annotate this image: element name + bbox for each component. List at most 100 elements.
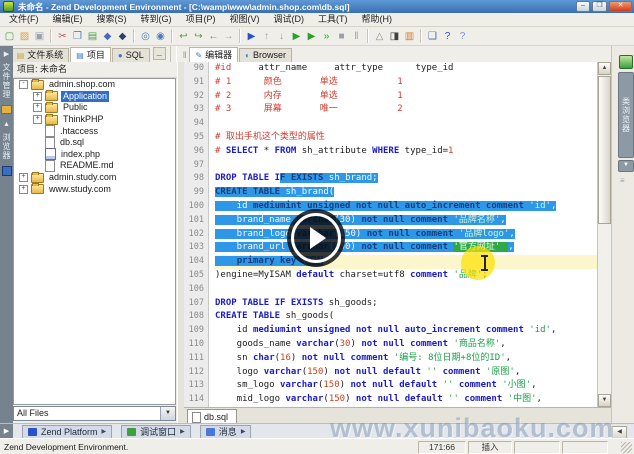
code-line-97[interactable]: 97 — [184, 159, 597, 173]
go-icon[interactable]: » — [319, 28, 334, 45]
expand-panel-icon[interactable] — [619, 55, 633, 69]
tree-item-Public[interactable]: +Public — [14, 102, 175, 114]
line-number[interactable]: 114 — [184, 393, 209, 407]
tree-item-README.md[interactable]: README.md — [14, 160, 175, 172]
save-icon[interactable]: ▣ — [32, 28, 47, 45]
bottom-tab-消息[interactable]: 消息▶ — [200, 425, 252, 439]
menu-item[interactable]: 文件(F) — [2, 13, 46, 26]
window-icon[interactable]: ❑ — [425, 28, 440, 45]
code-text[interactable] — [215, 283, 597, 297]
tab-文件系统[interactable]: ▤文件系统 — [11, 48, 70, 62]
code-line-91[interactable]: 91# 1 颜色 单选 1 — [184, 76, 597, 90]
profiler-icon[interactable]: △ — [372, 28, 387, 45]
menu-item[interactable]: 调试(D) — [267, 13, 312, 26]
code-text[interactable]: brand_name varchar(30) not null comment … — [215, 214, 597, 228]
tab-arrow-icon[interactable]: ▶ — [102, 428, 107, 435]
code-editor[interactable]: 90#id attr_name attr_type type_id91# 1 颜… — [184, 62, 597, 407]
code-line-92[interactable]: 92# 2 内存 单选 1 — [184, 90, 597, 104]
code-line-99[interactable]: 99CREATE TABLE sh_brand( — [184, 186, 597, 200]
code-line-102[interactable]: 102 brand_logo varchar(150) not null com… — [184, 228, 597, 242]
tree-item-Application[interactable]: +Application — [14, 91, 175, 103]
line-number[interactable]: 97 — [184, 159, 209, 173]
new-file-icon[interactable]: ▢ — [2, 28, 17, 45]
menu-item[interactable]: 工具(T) — [311, 13, 355, 26]
dropdown-arrow-icon[interactable]: ▼ — [160, 407, 175, 420]
step-into-icon[interactable]: ▶ — [244, 28, 259, 45]
editor-vertical-scrollbar[interactable]: ▲ ▼ — [597, 62, 612, 407]
line-number[interactable]: 99 — [184, 186, 209, 200]
code-text[interactable]: DROP TABLE IF EXISTS sh_brand; — [215, 172, 597, 186]
code-text[interactable]: id mediumint unsigned not null auto_incr… — [215, 200, 597, 214]
scroll-up-button[interactable]: ▲ — [598, 62, 611, 75]
code-line-101[interactable]: 101 brand_name varchar(30) not null comm… — [184, 214, 597, 228]
file-filter-dropdown[interactable]: All Files ▼ — [13, 406, 176, 421]
code-text[interactable]: # SELECT * FROM sh_attribute WHERE type_… — [215, 145, 597, 159]
paste-icon[interactable]: ▤ — [85, 28, 100, 45]
tab-arrow-icon[interactable]: ▶ — [180, 428, 185, 435]
code-line-109[interactable]: 109 id mediumint unsigned not null auto_… — [184, 324, 597, 338]
code-text[interactable]: DROP TABLE IF EXISTS sh_goods; — [215, 297, 597, 311]
tree-item-db.sql[interactable]: db.sql — [14, 137, 175, 149]
code-text[interactable]: sn char(16) not null comment '编号: 8位日期+8… — [215, 352, 597, 366]
file-back-icon[interactable]: ↩ — [176, 28, 191, 45]
tree-item-admin.study.com[interactable]: +admin.study.com — [14, 172, 175, 184]
drag-grip[interactable]: ‖ — [183, 50, 187, 60]
file-tab-dbsql[interactable]: db.sql — [187, 409, 237, 424]
code-line-106[interactable]: 106 — [184, 283, 597, 297]
code-line-95[interactable]: 95 # 取出手机这个类型的属性 — [184, 131, 597, 145]
menu-item[interactable]: 搜索(S) — [90, 13, 134, 26]
line-number[interactable]: 111 — [184, 352, 209, 366]
line-number[interactable]: 96 — [184, 145, 209, 159]
bottom-tab-调试窗口[interactable]: 调试窗口▶ — [121, 425, 191, 439]
stop-icon[interactable]: ■ — [334, 28, 349, 45]
line-number[interactable]: 103 — [184, 241, 209, 255]
line-number[interactable]: 91 — [184, 76, 209, 90]
line-number[interactable]: 107 — [184, 297, 209, 311]
menu-item[interactable]: 视图(V) — [223, 13, 267, 26]
tree-item-ThinkPHP[interactable]: +ThinkPHP — [14, 114, 175, 126]
video-play-button[interactable] — [287, 209, 345, 267]
code-line-98[interactable]: 98 DROP TABLE IF EXISTS sh_brand; — [184, 172, 597, 186]
collapsed-tab-class-browser[interactable]: 类浏览器 — [618, 72, 634, 158]
cut-icon[interactable]: ✂ — [55, 28, 70, 45]
bookmark-icon[interactable]: ◆ — [100, 28, 115, 45]
tab-编辑器[interactable]: ✎编辑器 — [189, 47, 238, 62]
run-icon[interactable]: ▶ — [289, 28, 304, 45]
inspect-icon[interactable]: ◨ — [387, 28, 402, 45]
search-icon[interactable]: ◎ — [138, 28, 153, 45]
resize-grip[interactable] — [621, 442, 632, 453]
line-number[interactable]: 102 — [184, 228, 209, 242]
line-number[interactable]: 93 — [184, 103, 209, 117]
code-line-90[interactable]: 90#id attr_name attr_type type_id — [184, 62, 597, 76]
pause-icon[interactable]: ‖ — [349, 28, 364, 45]
line-number[interactable]: 110 — [184, 338, 209, 352]
line-number[interactable]: 105 — [184, 269, 209, 283]
line-number[interactable]: 113 — [184, 379, 209, 393]
line-number[interactable]: 104 — [184, 255, 209, 269]
collapse-arrow-icon[interactable]: ▲ — [3, 121, 10, 128]
code-text[interactable]: )engine=MyISAM default charset=utf8 comm… — [215, 269, 597, 283]
code-text[interactable]: # 取出手机这个类型的属性 — [215, 131, 597, 145]
menu-item[interactable]: 项目(P) — [179, 13, 223, 26]
bottom-tab-Zend Platform[interactable]: Zend Platform▶ — [22, 425, 112, 439]
line-number[interactable]: 94 — [184, 117, 209, 131]
code-line-100[interactable]: 100 id mediumint unsigned not null auto_… — [184, 200, 597, 214]
tree-expander[interactable]: + — [19, 185, 28, 194]
code-line-104[interactable]: 104 primary key (id) — [184, 255, 597, 269]
minimize-button[interactable]: – — [576, 1, 590, 12]
code-line-111[interactable]: 111 sn char(16) not null comment '编号: 8位… — [184, 352, 597, 366]
code-text[interactable]: goods_name varchar(30) not null comment … — [215, 338, 597, 352]
code-text[interactable] — [215, 159, 597, 173]
bottom-corner-arrow[interactable]: ▶ — [0, 424, 13, 439]
code-line-107[interactable]: 107 DROP TABLE IF EXISTS sh_goods; — [184, 297, 597, 311]
line-number[interactable]: 95 — [184, 131, 209, 145]
code-line-112[interactable]: 112 logo varchar(150) not null default '… — [184, 366, 597, 380]
scroll-down-button[interactable]: ▼ — [598, 394, 611, 407]
code-line-113[interactable]: 113 sm_logo varchar(150) not null defaul… — [184, 379, 597, 393]
tab-arrow-icon[interactable]: ▶ — [241, 428, 246, 435]
line-number[interactable]: 108 — [184, 310, 209, 324]
code-line-105[interactable]: 105 )engine=MyISAM default charset=utf8 c… — [184, 269, 597, 283]
code-text[interactable] — [215, 117, 597, 131]
line-number[interactable]: 98 — [184, 172, 209, 186]
code-text[interactable]: # 2 内存 单选 1 — [215, 90, 597, 104]
